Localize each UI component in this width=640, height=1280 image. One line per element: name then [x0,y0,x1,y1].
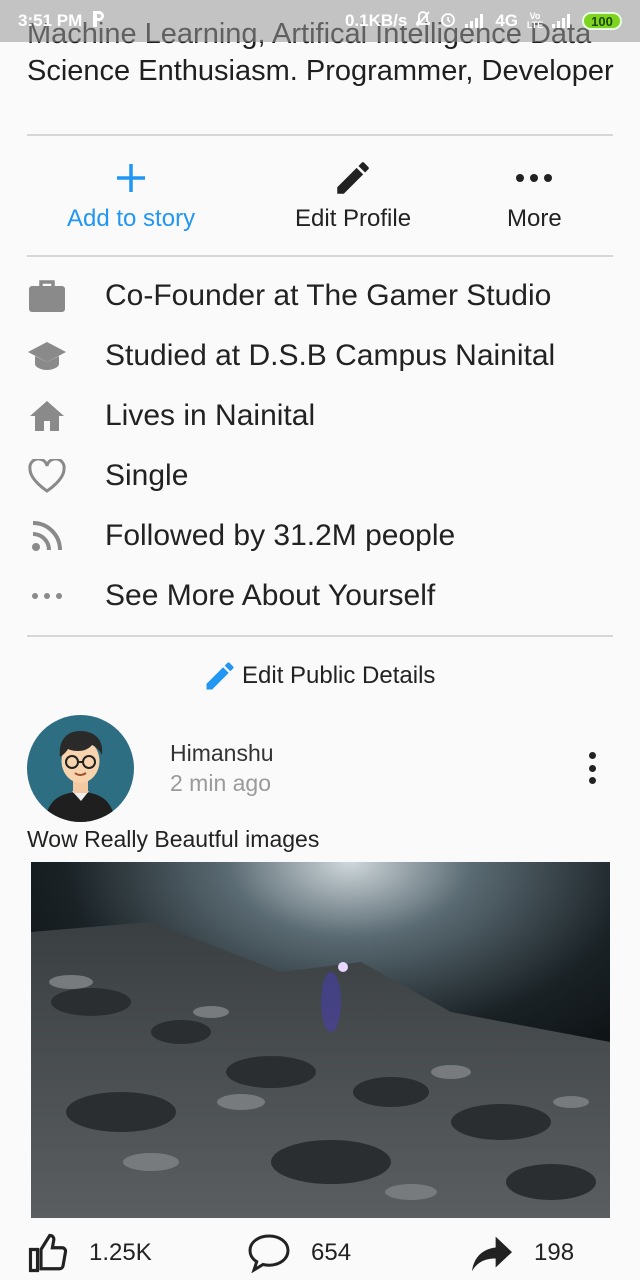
info-education-text: Studied at D.S.B Campus Nainital [105,339,556,372]
post-caption: Wow Really Beautful images [27,826,320,852]
edit-profile-button[interactable]: Edit Profile [295,150,411,233]
info-relationship-text: Single [105,459,189,492]
pencil-icon [295,150,411,205]
more-button[interactable]: More [507,150,562,233]
post-image[interactable] [31,862,610,1218]
network-speed: 0.1KB/s [344,11,408,30]
like-button[interactable]: 1.25K [27,1230,152,1276]
share-arrow-icon [470,1233,514,1273]
info-followers[interactable]: Followed by 31.2M people [27,511,455,561]
info-home-text: Lives in Nainital [105,399,316,432]
volte-label: Vo LTE [526,11,544,30]
share-button[interactable]: 198 [470,1230,574,1276]
graduation-cap-icon [27,336,67,376]
like-count: 1.25K [89,1239,152,1266]
pencil-icon [202,658,238,694]
post-time: 2 min ago [170,770,272,796]
parking-icon [90,9,106,34]
divider [27,635,613,637]
briefcase-icon [27,276,67,316]
share-count: 198 [534,1239,575,1266]
info-work[interactable]: Co-Founder at The Gamer Studio [27,271,551,321]
divider [27,255,613,257]
home-icon [27,396,67,436]
info-see-more-text: See More About Yourself [105,579,436,612]
edit-public-details-button[interactable]: Edit Public Details [202,656,435,696]
comment-count: 654 [311,1239,352,1266]
profile-screen: Machine Learning, Artifical Intelligence… [0,0,640,1280]
signal-icon-2 [552,14,574,28]
comment-icon [247,1233,291,1273]
info-followers-text: Followed by 31.2M people [105,519,456,552]
edit-profile-label: Edit Profile [295,205,412,232]
edit-public-details-label: Edit Public Details [242,662,436,689]
profile-actions: Add to story Edit Profile More [27,150,613,250]
avatar[interactable] [27,715,134,822]
add-to-story-label: Add to story [67,205,196,232]
more-horizontal-icon [507,150,562,205]
network-type: 4G [495,11,518,30]
alarm-icon [439,10,457,33]
info-see-more[interactable]: See More About Yourself [27,571,435,621]
more-horizontal-icon [27,576,67,616]
info-relationship[interactable]: Single [27,451,188,501]
comment-button[interactable]: 654 [247,1230,351,1276]
plus-icon [67,150,195,205]
info-education[interactable]: Studied at D.S.B Campus Nainital [27,331,555,381]
info-home[interactable]: Lives in Nainital [27,391,315,441]
more-label: More [507,205,562,232]
more-vertical-icon[interactable] [580,748,604,788]
add-to-story-button[interactable]: Add to story [67,150,195,233]
divider [27,134,613,136]
thumbs-up-icon [27,1232,69,1274]
post-author[interactable]: Himanshu [170,740,274,767]
rss-icon [27,516,67,556]
info-work-text: Co-Founder at The Gamer Studio [105,279,552,312]
heart-icon [27,456,67,496]
status-time: 3:51 PM [18,11,83,30]
signal-icon [465,14,487,28]
status-bar: 3:51 PM 0.1KB/s 4G Vo LTE 100 [0,0,640,42]
mute-icon [415,10,431,33]
battery-icon: 100 [582,12,622,30]
